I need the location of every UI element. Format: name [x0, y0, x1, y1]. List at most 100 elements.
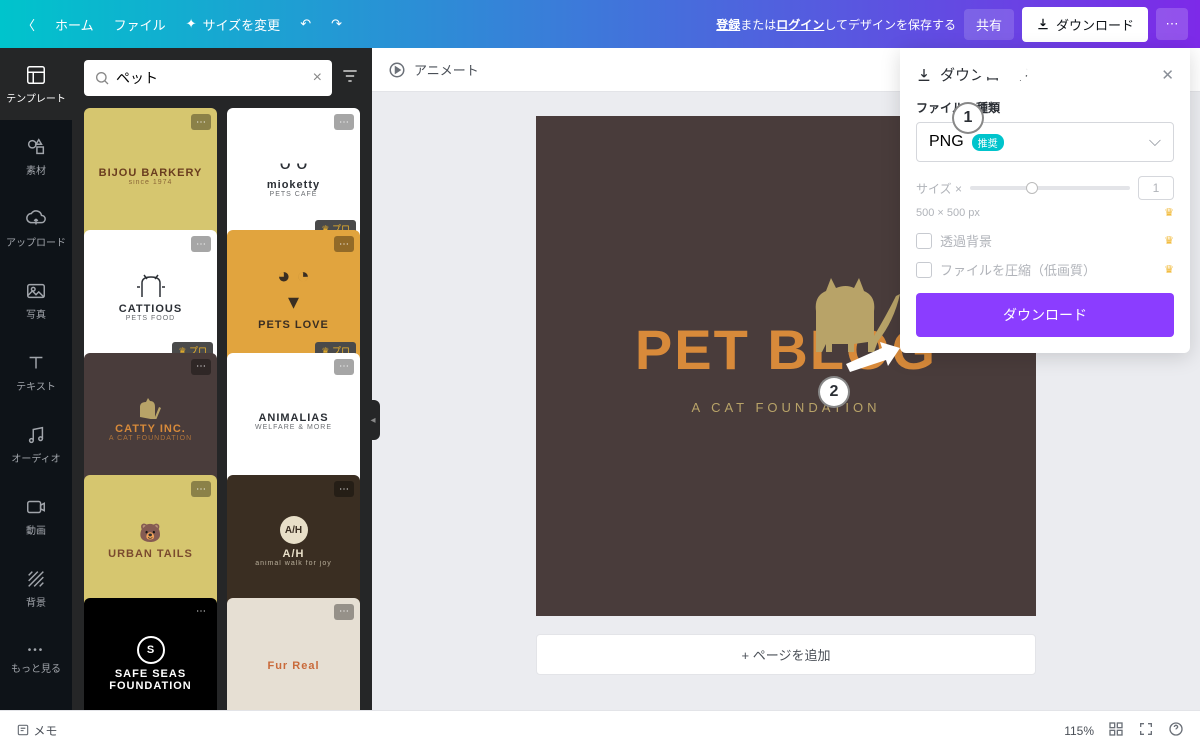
rail-label: オーディオ: [11, 450, 60, 465]
back-button[interactable]: 〈: [12, 9, 45, 40]
download-header-label: ダウンロード: [1056, 15, 1134, 34]
template-card[interactable]: ⋯ ANIMALIAS WELFARE & MORE: [227, 353, 360, 486]
animate-button[interactable]: アニメート: [414, 60, 479, 79]
more-icon: ⋯: [1166, 16, 1179, 32]
template-grid: ⋯ BIJOU BARKERY since 1974 ⋯ ᴗ ᴗ miokett…: [72, 108, 372, 710]
search-icon: [94, 70, 110, 86]
templates-icon: [25, 64, 47, 86]
elements-icon: [25, 136, 47, 158]
login-prompt[interactable]: 登録またはログインしてデザインを保存する: [716, 16, 956, 33]
close-popover-button[interactable]: ✕: [1161, 66, 1174, 84]
app-header: 〈 ホーム ファイル ✦サイズを変更 ↶ ↷ 登録またはログインしてデザインを保…: [0, 0, 1200, 48]
undo-button[interactable]: ↶: [290, 10, 321, 38]
template-card[interactable]: ⋯ BIJOU BARKERY since 1974: [84, 108, 217, 241]
rail-elements[interactable]: 素材: [0, 120, 72, 192]
template-options-button[interactable]: ⋯: [191, 236, 211, 252]
dimensions-text: 500 × 500 px: [916, 207, 980, 219]
search-input[interactable]: [116, 70, 307, 86]
rail-label: テンプレート: [6, 90, 66, 105]
share-button[interactable]: 共有: [964, 9, 1014, 40]
template-options-button[interactable]: ⋯: [334, 114, 354, 130]
rail-label: もっと見る: [11, 660, 61, 675]
design-subtitle[interactable]: A CAT FOUNDATION: [692, 400, 881, 415]
template-card[interactable]: ⋯ 🐻 URBAN TAILS: [84, 475, 217, 608]
download-header-button[interactable]: ダウンロード: [1022, 7, 1148, 42]
template-options-button[interactable]: ⋯: [334, 359, 354, 375]
download-icon: [916, 67, 932, 83]
rail-more[interactable]: •••もっと見る: [0, 624, 72, 696]
rail-label: 素材: [26, 162, 46, 177]
resize-button[interactable]: ✦サイズを変更: [176, 9, 291, 40]
template-card[interactable]: ⋯ S SAFE SEAS FOUNDATION: [84, 598, 217, 710]
download-popover: ダウンロード ✕ ファイルの種類 PNG 推奨 ⌵ サイズ × 1 500 × …: [900, 48, 1190, 353]
rail-text[interactable]: テキスト: [0, 336, 72, 408]
template-title: BIJOU BARKERY: [99, 167, 203, 179]
templates-panel: × ⋯ BIJOU BARKERY since 1974 ⋯ ᴗ ᴗ mioke…: [72, 48, 372, 710]
notes-label: メモ: [33, 724, 57, 738]
filter-button[interactable]: [340, 66, 360, 91]
search-box[interactable]: ×: [84, 60, 332, 96]
template-title: CATTIOUS: [119, 303, 182, 315]
template-title: SAFE SEAS FOUNDATION: [92, 668, 209, 692]
rail-photos[interactable]: 写真: [0, 264, 72, 336]
rail-label: アップロード: [6, 234, 66, 249]
template-options-button[interactable]: ⋯: [191, 359, 211, 375]
template-title: CATTY INC.: [115, 423, 186, 435]
help-button[interactable]: [1168, 721, 1184, 740]
rail-audio[interactable]: オーディオ: [0, 408, 72, 480]
fullscreen-button[interactable]: [1138, 721, 1154, 740]
rail-uploads[interactable]: アップロード: [0, 192, 72, 264]
template-card[interactable]: ⋯ Fur Real: [227, 598, 360, 710]
template-options-button[interactable]: ⋯: [191, 604, 211, 620]
file-menu[interactable]: ファイル: [104, 9, 176, 40]
undo-icon: ↶: [300, 16, 311, 32]
add-page-button[interactable]: + ページを追加: [536, 634, 1036, 675]
crown-icon: ♛: [1164, 206, 1174, 219]
rail-label: 背景: [26, 594, 46, 609]
more-menu-button[interactable]: ⋯: [1156, 8, 1188, 40]
animate-icon: [388, 61, 406, 79]
rail-templates[interactable]: テンプレート: [0, 48, 72, 120]
rail-background[interactable]: 背景: [0, 552, 72, 624]
size-slider[interactable]: [970, 186, 1130, 190]
template-subtitle: PETS FOOD: [126, 315, 175, 322]
size-value[interactable]: 1: [1138, 176, 1174, 200]
grid-view-button[interactable]: [1108, 721, 1124, 740]
resize-icon: ✦: [186, 16, 197, 32]
popover-title: ダウンロード: [940, 64, 1030, 85]
template-subtitle: A CAT FOUNDATION: [109, 435, 192, 442]
rail-label: 動画: [26, 522, 46, 537]
compress-option[interactable]: ファイルを圧縮（低画質） ♛: [916, 260, 1174, 279]
crown-icon: ♛: [1164, 263, 1174, 276]
template-card[interactable]: ⋯ CATTY INC. A CAT FOUNDATION: [84, 353, 217, 486]
template-title: ANIMALIAS: [258, 412, 328, 424]
canvas-area: アニメート PET BLOG A CAT FOUNDATION + ページを追加: [372, 48, 1200, 710]
template-card[interactable]: ⋯ ◕ ◔▾ PETS LOVE ♛ プロ: [227, 230, 360, 363]
redo-button[interactable]: ↷: [321, 10, 352, 38]
template-card[interactable]: ⋯ ᴗ ᴗ mioketty PETS CAFE ♛ プロ: [227, 108, 360, 241]
transparent-bg-option[interactable]: 透過背景 ♛: [916, 231, 1174, 250]
clear-search-button[interactable]: ×: [313, 69, 322, 87]
photos-icon: [25, 280, 47, 302]
download-action-button[interactable]: ダウンロード: [916, 293, 1174, 337]
compress-label: ファイルを圧縮（低画質）: [940, 260, 1096, 279]
zoom-level[interactable]: 115%: [1064, 724, 1094, 738]
audio-icon: [25, 424, 47, 446]
template-options-button[interactable]: ⋯: [191, 481, 211, 497]
template-card[interactable]: ⋯ CATTIOUS PETS FOOD ♛ プロ: [84, 230, 217, 363]
template-title: URBAN TAILS: [108, 548, 193, 560]
template-card[interactable]: ⋯ A/H A/H animal walk for joy: [227, 475, 360, 608]
redo-icon: ↷: [331, 16, 342, 32]
template-options-button[interactable]: ⋯: [334, 236, 354, 252]
template-options-button[interactable]: ⋯: [334, 481, 354, 497]
template-title: PETS LOVE: [258, 319, 329, 331]
template-options-button[interactable]: ⋯: [334, 604, 354, 620]
rail-video[interactable]: 動画: [0, 480, 72, 552]
file-type-select[interactable]: PNG 推奨 ⌵: [916, 122, 1174, 162]
template-options-button[interactable]: ⋯: [191, 114, 211, 130]
home-button[interactable]: ホーム: [45, 9, 104, 40]
file-type-value: PNG: [929, 133, 964, 151]
chevron-left-icon: 〈: [22, 15, 35, 34]
notes-button[interactable]: メモ: [16, 722, 57, 739]
rail-label: 写真: [26, 306, 46, 321]
